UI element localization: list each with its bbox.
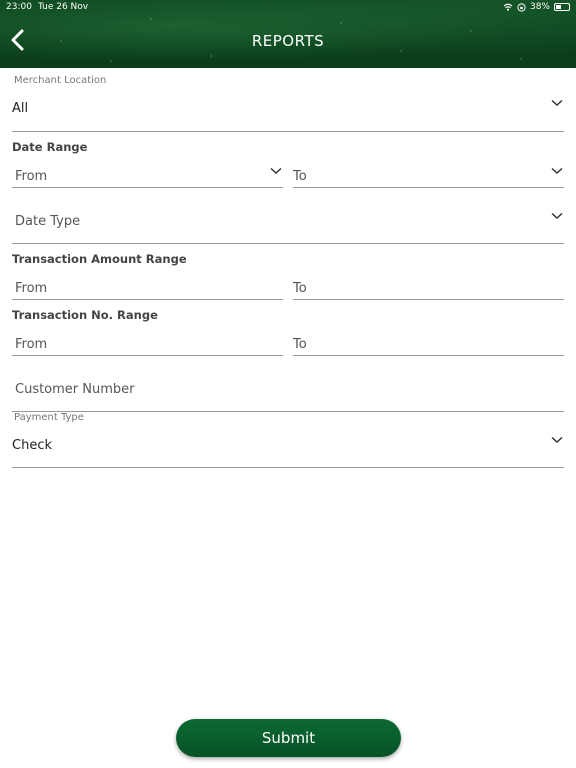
header-texture — [520, 58, 522, 60]
header-texture — [400, 50, 402, 52]
status-time: 23:00 — [6, 2, 32, 12]
transaction-amount-range-label: Transaction Amount Range — [12, 252, 187, 266]
payment-type-value: Check — [12, 438, 52, 453]
app-header: 23:00 Tue 26 Nov 38% REPORTS — [0, 0, 576, 68]
transaction-no-to-placeholder: To — [293, 337, 307, 352]
field-underline — [12, 299, 283, 300]
field-underline — [293, 299, 564, 300]
chevron-down-icon — [551, 212, 563, 220]
payment-type-label: Payment Type — [14, 412, 84, 423]
field-underline — [12, 467, 564, 468]
status-date: Tue 26 Nov — [38, 2, 89, 12]
date-range-to-placeholder: To — [293, 169, 307, 184]
battery-percent: 38% — [529, 2, 550, 12]
field-underline — [293, 187, 564, 188]
status-indicators: 38% — [503, 2, 570, 12]
transaction-no-range-label: Transaction No. Range — [12, 308, 158, 322]
field-underline — [12, 411, 564, 412]
chevron-down-icon — [551, 167, 563, 175]
page-title: REPORTS — [251, 32, 325, 50]
chevron-down-icon — [270, 167, 282, 175]
field-underline — [12, 243, 564, 244]
customer-number-placeholder: Customer Number — [15, 382, 135, 397]
transaction-amount-to-placeholder: To — [293, 281, 307, 296]
header-texture — [110, 60, 112, 62]
chevron-down-icon — [551, 436, 563, 444]
submit-button[interactable]: Submit — [176, 719, 401, 757]
transaction-amount-from-placeholder: From — [15, 281, 48, 296]
orientation-lock-icon — [517, 2, 526, 12]
header-texture — [340, 22, 342, 24]
merchant-location-label: Merchant Location — [14, 75, 107, 86]
field-underline — [293, 355, 564, 356]
status-bar: 23:00 Tue 26 Nov 38% — [0, 0, 576, 16]
battery-level — [556, 5, 561, 9]
battery-icon — [554, 3, 570, 11]
chevron-down-icon — [551, 99, 563, 107]
date-range-label: Date Range — [12, 140, 88, 154]
field-underline — [12, 355, 283, 356]
submit-button-label: Submit — [261, 729, 316, 747]
transaction-no-from-placeholder: From — [15, 337, 48, 352]
field-underline — [12, 131, 564, 132]
field-underline — [12, 187, 283, 188]
header-texture — [210, 55, 212, 57]
wifi-icon — [503, 3, 513, 11]
header-texture — [150, 18, 152, 20]
merchant-location-value: All — [12, 101, 29, 116]
date-range-from-placeholder: From — [15, 169, 48, 184]
date-type-placeholder: Date Type — [15, 214, 81, 229]
